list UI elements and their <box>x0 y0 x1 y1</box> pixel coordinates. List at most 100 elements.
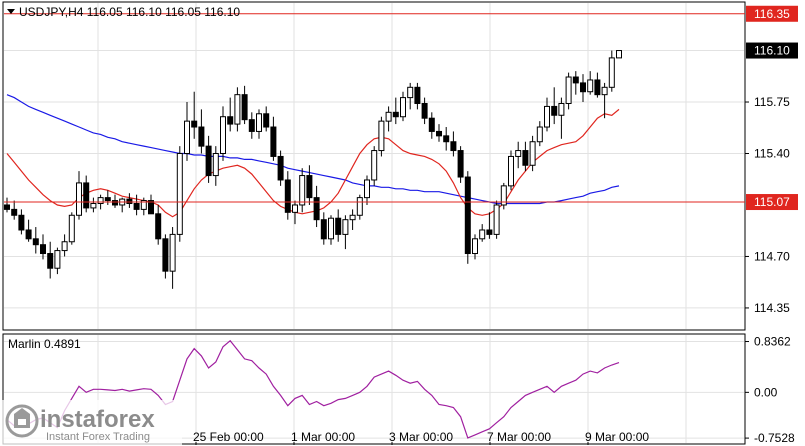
candle-body <box>40 244 46 255</box>
candle-body <box>414 86 421 104</box>
x-tick-label: 25 Feb 00:00 <box>193 430 264 444</box>
x-tick-label: 9 Mar 00:00 <box>585 430 649 444</box>
candle-body <box>256 113 262 132</box>
level-price-label: 116.35 <box>754 7 790 21</box>
candle-body <box>356 197 363 216</box>
candle-body <box>486 229 493 235</box>
candle-body <box>428 117 435 132</box>
candle-body <box>169 233 176 272</box>
candle-body <box>515 150 522 157</box>
candle-body <box>18 214 25 231</box>
candle-body <box>558 102 565 116</box>
candle <box>508 150 514 191</box>
candle <box>378 116 385 157</box>
candle-body <box>104 197 111 202</box>
candle-body <box>335 217 342 235</box>
candle-body <box>162 238 169 272</box>
candle-body <box>349 214 356 221</box>
candle-body <box>407 86 414 99</box>
candle-body <box>493 204 500 235</box>
candle <box>176 146 183 242</box>
candle-body <box>11 208 18 216</box>
candle <box>371 146 378 186</box>
candle-body <box>234 94 241 125</box>
candle-body <box>61 241 68 252</box>
candle-body <box>97 197 104 205</box>
candle-body <box>54 250 61 269</box>
indicator-title: Marlin 0.4891 <box>8 337 81 351</box>
candle-body <box>457 150 464 178</box>
candle-body <box>400 97 406 118</box>
candle-body <box>443 135 450 143</box>
candle-body <box>364 179 370 199</box>
candle-body <box>472 238 478 255</box>
indicator-y-tick-label: -0.7528 <box>754 431 795 445</box>
x-tick-label: 3 Mar 00:00 <box>389 430 453 444</box>
candle-body <box>68 214 75 243</box>
candle-body <box>133 203 140 210</box>
candle <box>616 50 622 59</box>
candle-body <box>220 116 226 154</box>
candle-body <box>371 150 378 181</box>
logo-brand: instaforex <box>40 406 155 433</box>
candle <box>464 171 471 264</box>
candle-body <box>551 105 558 116</box>
indicator-axis-labels: 0.8362 0.00 -0.7528 <box>745 335 795 445</box>
candle-body <box>32 238 39 246</box>
candle-body <box>126 198 133 205</box>
x-tick-label: 1 Mar 00:00 <box>291 430 355 444</box>
candle-body <box>421 102 428 119</box>
candle-body <box>176 152 183 235</box>
candle-body <box>90 203 97 209</box>
candle-body <box>284 179 291 213</box>
indicator-y-tick-label: 0.00 <box>754 385 778 399</box>
candle-body <box>436 130 442 137</box>
candle-body <box>608 57 615 88</box>
candle-body <box>565 76 572 104</box>
candle-body <box>277 155 284 181</box>
candle-body <box>601 86 608 96</box>
candle-body <box>4 204 10 210</box>
candle-body <box>205 145 212 177</box>
candle-body <box>292 204 298 213</box>
candle-body <box>464 176 471 255</box>
candle-body <box>313 197 320 221</box>
candle-body <box>83 182 90 209</box>
candle-body <box>25 229 32 240</box>
candle-body <box>587 79 594 93</box>
candle <box>457 146 464 183</box>
candle-body <box>270 126 277 157</box>
y-tick-label: 115.75 <box>754 95 790 109</box>
candle-body <box>522 150 529 166</box>
x-tick-label: 7 Mar 00:00 <box>487 430 551 444</box>
candle <box>68 212 75 245</box>
candle-body <box>299 175 306 206</box>
candle-body <box>191 120 198 128</box>
y-tick-label: 115.40 <box>754 146 790 160</box>
candle-body <box>479 229 486 240</box>
candle <box>565 72 572 110</box>
chart-title: USDJPY,H4 116.05 116.10 116.05 116.10 <box>19 5 240 19</box>
candle-body <box>306 175 313 199</box>
candle-body <box>392 111 399 118</box>
y-tick-label: 114.70 <box>754 249 790 263</box>
candle-body <box>112 200 118 206</box>
chart-canvas: 116.10 115.75 115.40 114.70 114.35 116.35 115.… <box>0 1 798 446</box>
candle-body <box>241 94 248 121</box>
candle-body <box>536 126 543 143</box>
candle-body <box>572 76 579 84</box>
candle-body <box>580 82 586 93</box>
candle-body <box>508 155 514 187</box>
candle-body <box>342 219 349 235</box>
candle-body <box>450 141 457 152</box>
candle-body <box>544 105 550 128</box>
candle-body <box>594 79 601 96</box>
instaforex-logo: instaforex Instant Forex Trading <box>0 400 182 446</box>
candle-body <box>47 253 54 269</box>
price-axis-labels: 116.10 115.75 115.40 114.70 114.35 116.35 115.… <box>745 5 798 315</box>
candle-body <box>212 152 219 177</box>
candle-body <box>529 141 536 166</box>
candle-body <box>155 213 162 240</box>
level-price-label: 115.07 <box>754 195 790 209</box>
candle-body <box>616 50 622 59</box>
